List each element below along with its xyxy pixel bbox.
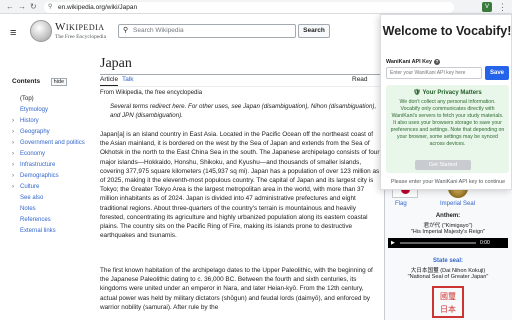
address-bar[interactable]: ⚲ en.wikipedia.org/wiki/Japan (44, 2, 454, 13)
wikipedia-tagline: The Free Encyclopedia (55, 34, 107, 40)
main-menu-icon[interactable]: ≡ (10, 28, 16, 39)
from-wikipedia-line: From Wikipedia, the free encyclopedia (100, 90, 203, 96)
toc-item-label: Geography (20, 129, 50, 135)
toc-item[interactable]: › Economy (12, 149, 88, 160)
toc-item-label: References (20, 217, 51, 223)
chevron-right-icon[interactable]: › (12, 138, 14, 149)
toc-list: (Top) Etymology › History › Geography › Governm… (12, 94, 88, 237)
anthem-name-jp: 君が代 ("Kimigayo") (423, 223, 473, 229)
help-icon[interactable]: ? (434, 59, 441, 65)
chevron-right-icon[interactable]: › (12, 116, 14, 127)
audio-time: 0:00 (480, 240, 490, 246)
search-input[interactable]: ⚲ Search Wikipedia (118, 24, 296, 38)
play-icon[interactable]: ▶ (391, 238, 395, 248)
wikipedia-wordmark[interactable]: Wikipedia (55, 21, 105, 33)
hide-contents-button[interactable]: hide (50, 78, 68, 86)
search-button[interactable]: Search (298, 24, 330, 38)
toc-item[interactable]: See also (12, 193, 88, 204)
wikipedia-globe-logo[interactable] (30, 20, 52, 42)
toc-item-label: Etymology (20, 107, 49, 113)
tab-article[interactable]: Article (100, 76, 119, 86)
toc-item-label: Notes (20, 206, 36, 212)
audio-player[interactable]: ▶ 0:00 (388, 238, 508, 248)
tab-talk[interactable]: Talk (122, 76, 134, 83)
toc-item[interactable]: › Government and politics (12, 138, 88, 149)
state-seal-image[interactable]: 國璽 日本 (432, 286, 464, 318)
save-button[interactable]: Save (485, 66, 509, 80)
toc-item[interactable]: Notes (12, 204, 88, 215)
audio-progress-bar[interactable] (400, 242, 476, 244)
search-placeholder: Search Wikipedia (133, 27, 184, 34)
api-key-hint: Please enter your WaniKani API key to co… (390, 179, 506, 185)
article-body: Japan Article Talk Read From Wikipedia, … (100, 52, 382, 320)
privacy-title: 🛡 Your Privacy Matters (386, 89, 509, 96)
toc-item[interactable]: › Infrastructure (12, 160, 88, 171)
lead-paragraph: Japan[a] is an island country in East As… (100, 131, 380, 240)
tabs-divider (100, 86, 382, 87)
toc-item-label: Infrastructure (20, 162, 56, 168)
chevron-right-icon[interactable]: › (12, 171, 14, 182)
hatnote: Several terms redirect here. For other u… (110, 103, 377, 119)
anthem-name-en: "His Imperial Majesty's Reign" (410, 229, 486, 235)
state-seal-name-jp: 大日本国璽 (Dai Nihon Kokuji) (410, 268, 486, 274)
page-title: Japan (100, 56, 132, 71)
privacy-title-text: Your Privacy Matters (422, 90, 482, 96)
forward-arrow-icon[interactable]: → (18, 2, 26, 12)
browser-menu-icon[interactable]: ⋮ (498, 1, 507, 13)
toc-item-label: (Top) (20, 96, 34, 102)
toc-item-label: Government and politics (20, 140, 85, 146)
chevron-right-icon[interactable]: › (12, 149, 14, 160)
toc-item-label: External links (20, 228, 56, 234)
browser-toolbar: ← → ↻ ⚲ en.wikipedia.org/wiki/Japan V ⋮ (0, 0, 512, 14)
chevron-right-icon[interactable]: › (12, 127, 14, 138)
search-icon: ⚲ (123, 27, 129, 34)
toc-item[interactable]: › Culture (12, 182, 88, 193)
toc-item[interactable]: Etymology (12, 105, 88, 116)
toc-item[interactable]: External links (12, 226, 88, 237)
toc-item-label: Demographics (20, 173, 59, 179)
chevron-right-icon[interactable]: › (12, 160, 14, 171)
popup-title: Welcome to Vocabify! (382, 24, 512, 38)
toc-item-label: Culture (20, 184, 40, 190)
anthem-heading: Anthem: (435, 213, 461, 219)
tab-read[interactable]: Read (352, 76, 368, 83)
history-paragraph: The first known habitation of the archip… (100, 267, 373, 311)
privacy-body: We don't collect any personal informatio… (390, 99, 505, 147)
toc-item-label: See also (20, 195, 44, 201)
vocabify-popup: Welcome to Vocabify! WaniKani API Key? S… (380, 14, 512, 190)
back-arrow-icon[interactable]: ← (6, 2, 14, 12)
toc-item-label: History (20, 118, 39, 124)
api-key-label: WaniKani API Key? (386, 59, 441, 65)
state-seal-name-en: "National Seal of Greater Japan" (407, 274, 489, 280)
api-key-input[interactable] (386, 67, 482, 79)
get-started-button[interactable]: Get Started (415, 160, 471, 170)
toc-item-label: Economy (20, 151, 46, 157)
state-seal-heading[interactable]: State seal: (386, 258, 510, 264)
toc-item[interactable]: › Geography (12, 127, 88, 138)
api-key-label-text: WaniKani API Key (386, 59, 433, 65)
site-info-icon[interactable]: ⚲ (48, 2, 52, 13)
toc-item[interactable]: › History (12, 116, 88, 127)
table-of-contents: Contents hide (Top) Etymology › History › Geo… (12, 70, 88, 237)
flag-link[interactable]: Flag (395, 201, 407, 207)
title-divider (100, 74, 382, 75)
shield-icon: 🛡 (413, 90, 421, 96)
vocabify-extension-icon[interactable]: V (482, 2, 492, 12)
toc-item[interactable]: References (12, 215, 88, 226)
contents-title: Contents (12, 78, 41, 85)
url-text: en.wikipedia.org/wiki/Japan (58, 4, 138, 11)
imperial-seal-link[interactable]: Imperial Seal (440, 201, 475, 207)
toc-item[interactable]: › Demographics (12, 171, 88, 182)
chevron-right-icon[interactable]: › (12, 182, 14, 193)
toc-item[interactable]: (Top) (12, 94, 88, 105)
reload-icon[interactable]: ↻ (30, 2, 37, 12)
